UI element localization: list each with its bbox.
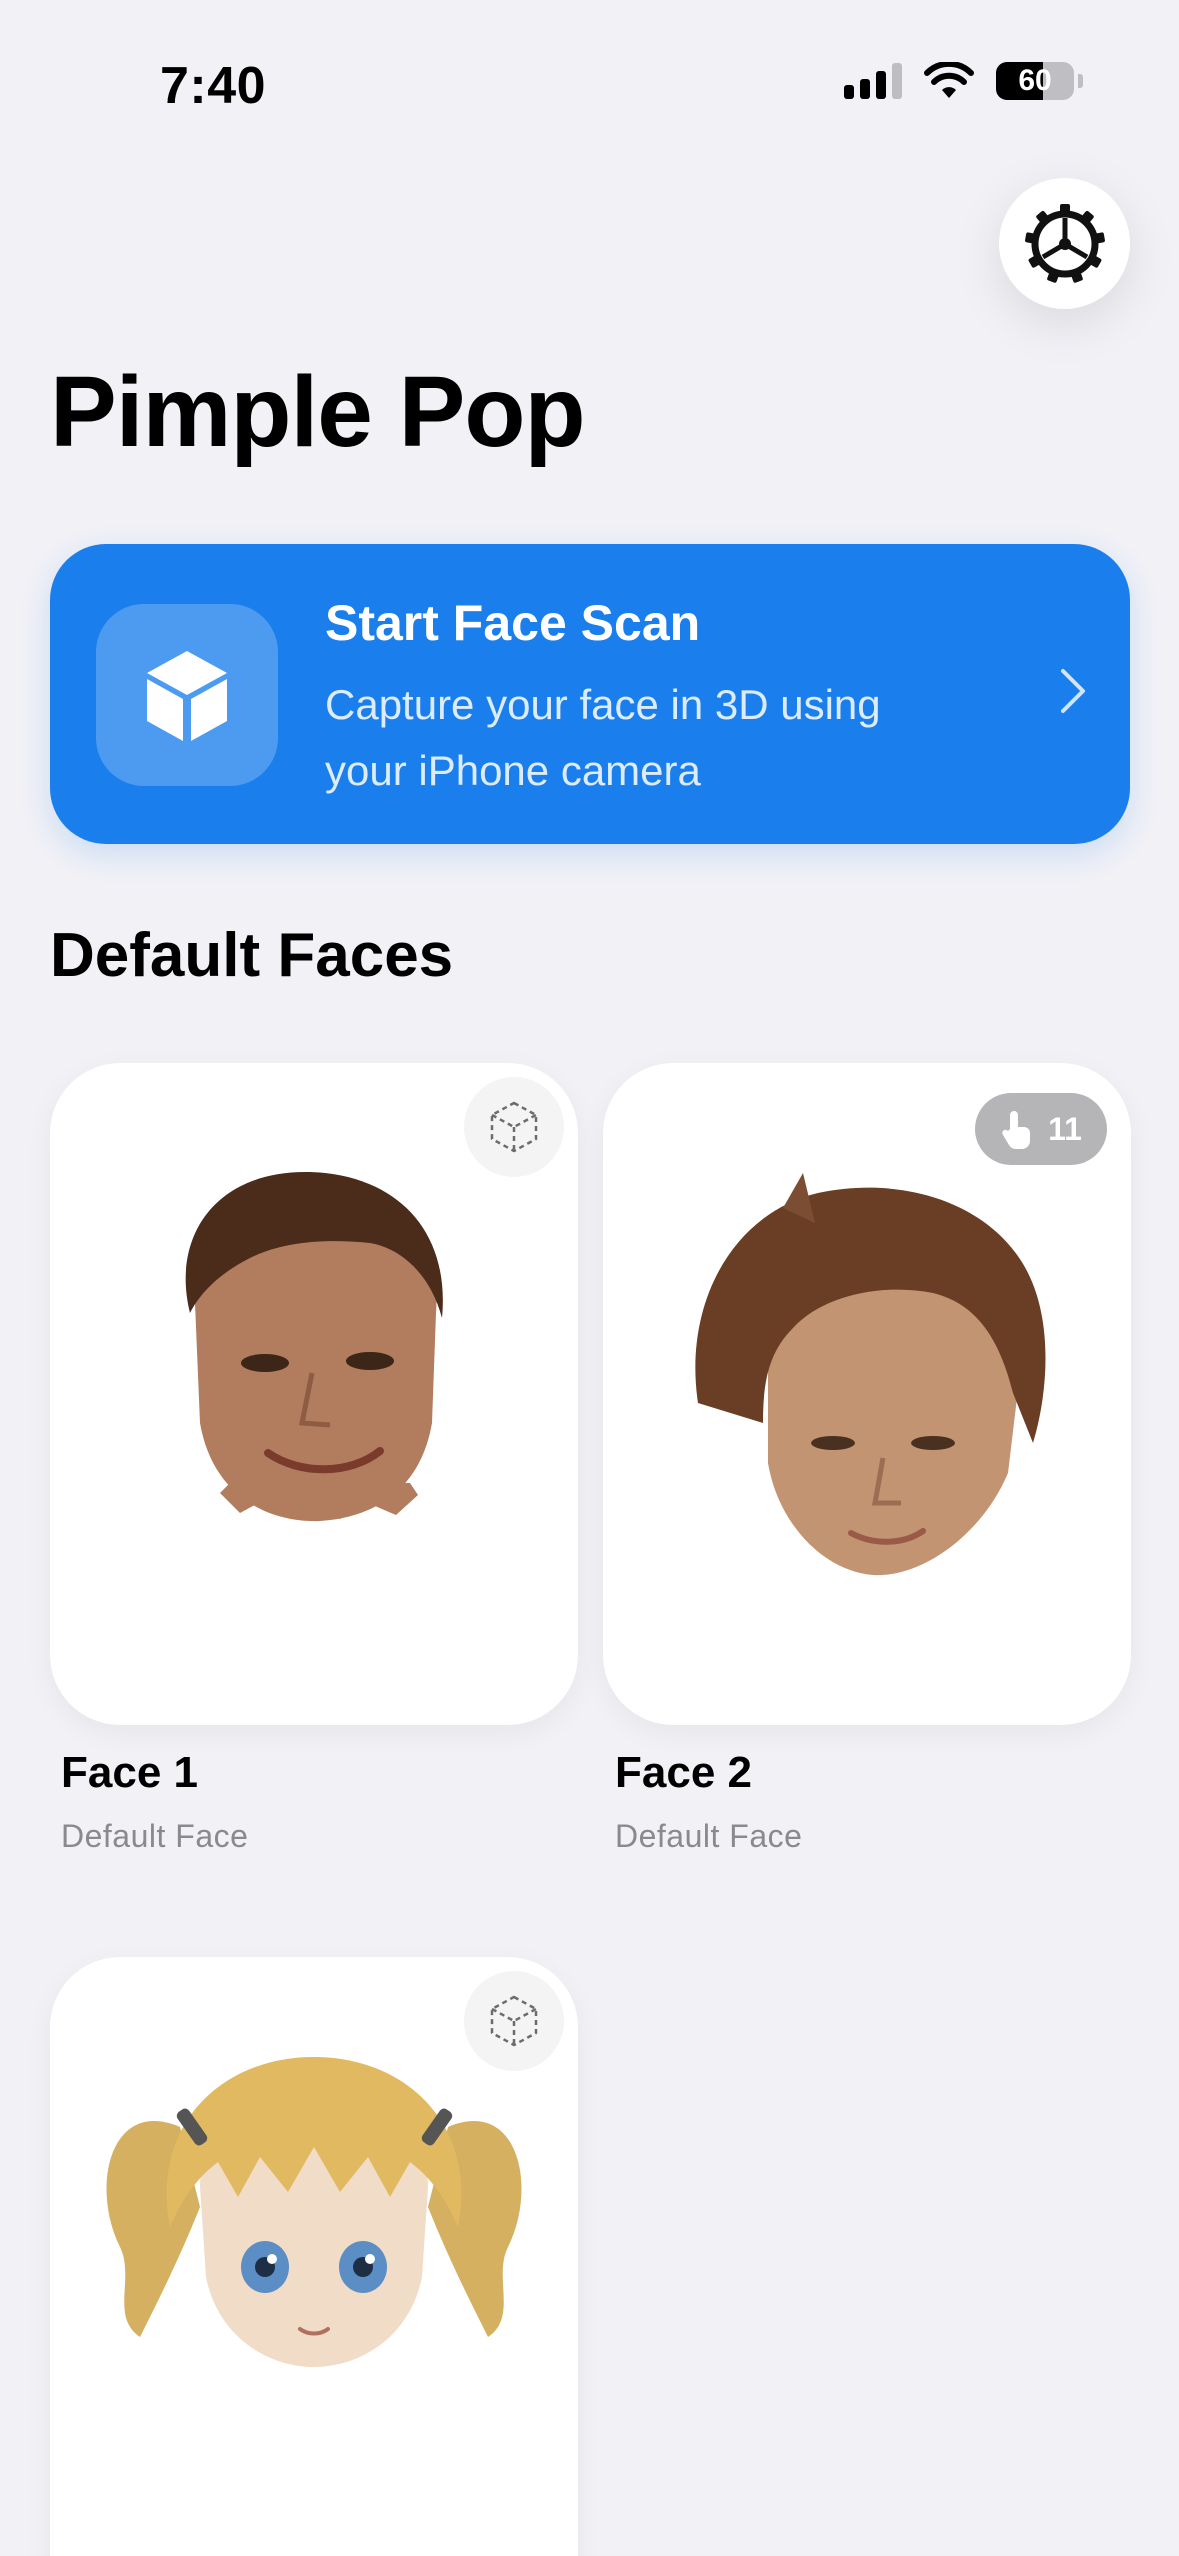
cube-badge	[464, 1971, 564, 2071]
face-card-1[interactable]	[50, 1063, 578, 1725]
face-card-2[interactable]: 11	[603, 1063, 1131, 1725]
section-title: Default Faces	[50, 921, 454, 990]
hand-tap-icon	[1002, 1111, 1031, 1149]
touch-count: 11	[1048, 1110, 1082, 1147]
scan-card-subtitle: Capture your face in 3D using your iPhon…	[325, 681, 881, 794]
wifi-icon	[924, 62, 974, 98]
cube-icon	[147, 651, 227, 741]
face-card-3[interactable]	[50, 1957, 578, 2556]
start-face-scan-card[interactable]: Start Face Scan Capture your face in 3D …	[50, 544, 1130, 844]
chevron-right-icon	[1061, 669, 1085, 713]
scan-icon-container	[96, 604, 278, 786]
face-2-name: Face 2	[615, 1748, 752, 1797]
face-2-subtitle: Default Face	[615, 1818, 803, 1854]
cellular-signal-icon	[844, 63, 902, 99]
app-screen: 7:40 60 Pimple Pop Start Face Scan Captu…	[0, 0, 1179, 2556]
face-1-name: Face 1	[61, 1748, 198, 1797]
scan-card-title: Start Face Scan	[325, 595, 701, 651]
3d-cube-icon	[490, 1101, 538, 1153]
battery-nub	[1078, 74, 1083, 88]
touch-count-badge: 11	[975, 1093, 1107, 1165]
status-time: 7:40	[160, 57, 267, 115]
gear-icon	[1024, 203, 1105, 283]
cube-badge	[464, 1077, 564, 1177]
battery-level: 60	[1018, 64, 1052, 97]
status-indicators: 60	[844, 62, 1083, 100]
face-1-subtitle: Default Face	[61, 1818, 249, 1854]
3d-cube-icon	[490, 1995, 538, 2047]
page-title: Pimple Pop	[50, 356, 586, 468]
settings-button[interactable]	[999, 178, 1130, 309]
battery-icon: 60	[996, 62, 1074, 100]
